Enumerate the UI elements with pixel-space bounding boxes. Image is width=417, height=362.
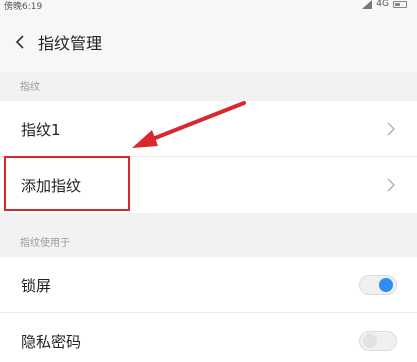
status-bar: 傍晚6:19 4G bbox=[0, 0, 417, 12]
toggle-knob bbox=[379, 278, 393, 292]
row-label: 锁屏 bbox=[21, 276, 52, 295]
fingerprint-settings-screen: 傍晚6:19 4G 指纹管理 指纹 指纹1 添加指纹 指纹使用于 锁屏 隐私密码 bbox=[0, 0, 417, 362]
privacy-password-toggle[interactable] bbox=[359, 331, 397, 351]
chevron-right-icon bbox=[387, 178, 395, 192]
row-label: 隐私密码 bbox=[21, 332, 82, 351]
network-type: 4G bbox=[376, 0, 389, 9]
section-label-fingerprints: 指纹 bbox=[20, 82, 40, 93]
back-arrow-icon bbox=[15, 35, 24, 49]
list-item-lock-screen: 锁屏 bbox=[0, 257, 417, 313]
list-item-fingerprint-1[interactable]: 指纹1 bbox=[0, 101, 417, 157]
row-label: 添加指纹 bbox=[21, 176, 82, 195]
chevron-right-icon bbox=[387, 122, 395, 136]
list-item-privacy-password: 隐私密码 bbox=[0, 313, 417, 362]
signal-icon bbox=[362, 0, 373, 9]
list-item-add-fingerprint[interactable]: 添加指纹 bbox=[0, 157, 417, 213]
status-indicators: 4G bbox=[362, 0, 407, 9]
lock-screen-toggle[interactable] bbox=[359, 275, 397, 295]
header: 指纹管理 bbox=[0, 12, 417, 72]
back-button[interactable] bbox=[2, 12, 38, 72]
section-label-usage: 指纹使用于 bbox=[20, 238, 70, 249]
page-title: 指纹管理 bbox=[38, 34, 103, 53]
toggle-knob bbox=[363, 334, 377, 348]
row-label: 指纹1 bbox=[21, 120, 61, 139]
status-time: 傍晚6:19 bbox=[4, 2, 43, 12]
battery-icon bbox=[393, 0, 407, 8]
